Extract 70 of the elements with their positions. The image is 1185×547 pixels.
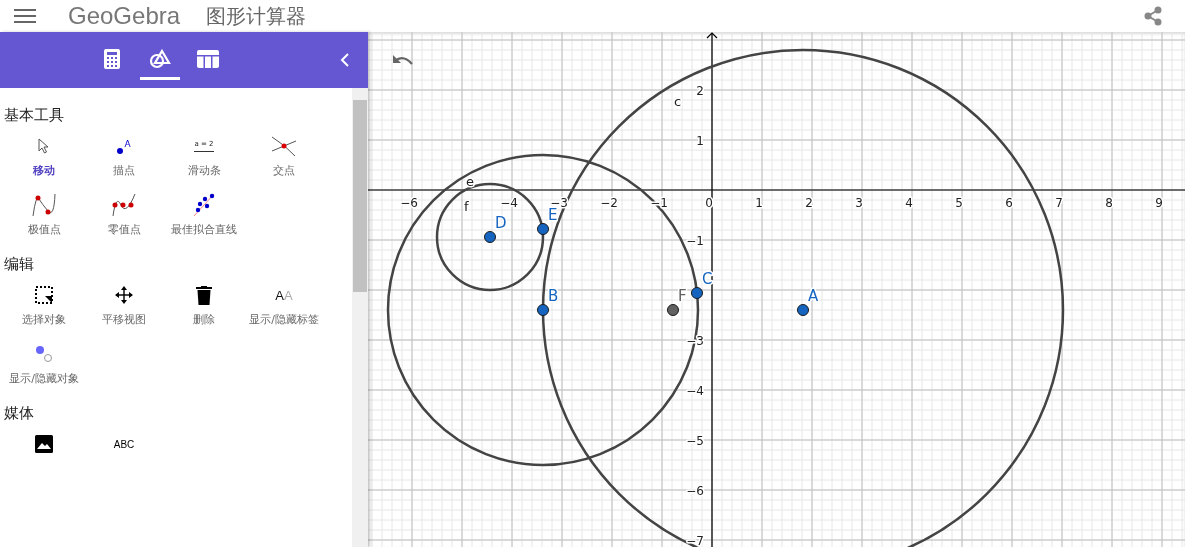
y-tick-label: −7: [686, 534, 704, 547]
tool-button[interactable]: 交点: [244, 133, 324, 178]
x-tick-label: 5: [955, 196, 963, 210]
scrollbar[interactable]: [352, 88, 368, 547]
y-tick-label: −4: [686, 384, 704, 398]
app-title: 图形计算器: [206, 2, 307, 30]
x-tick-label: 7: [1055, 196, 1063, 210]
x-tick-label: 4: [905, 196, 913, 210]
x-tick-label: 2: [805, 196, 813, 210]
section-title: 基本工具: [4, 106, 65, 125]
tool-button[interactable]: A 描点: [84, 133, 164, 178]
point[interactable]: [797, 304, 809, 316]
fit-line-icon: [192, 193, 216, 217]
x-tick-label: 8: [1105, 196, 1113, 210]
point[interactable]: [691, 287, 703, 299]
section-title: 媒体: [4, 404, 35, 423]
collapse-icon[interactable]: [340, 53, 350, 67]
point-label: B: [548, 287, 559, 305]
section-title: 编辑: [4, 255, 35, 274]
label-icon: AA: [275, 287, 293, 303]
x-tick-label: 1: [755, 196, 763, 210]
point[interactable]: [484, 231, 496, 243]
x-tick-label: −4: [500, 196, 518, 210]
intersect-icon: [271, 135, 297, 157]
circle-label: e: [466, 174, 474, 189]
point-label: E: [548, 206, 558, 224]
tool-button[interactable]: 选择对象: [4, 282, 84, 327]
trash-icon: [196, 285, 212, 305]
tool-button[interactable]: 删除: [164, 282, 244, 327]
point-label: F: [678, 287, 687, 305]
table-icon: [197, 49, 219, 68]
tool-button[interactable]: 极值点: [4, 192, 84, 237]
geometry-icon: [149, 48, 171, 69]
text-icon: ABC: [113, 438, 135, 450]
curve-extremum-icon: [31, 193, 57, 217]
selection-icon: [35, 286, 53, 304]
share-icon[interactable]: [1143, 6, 1163, 26]
tool-button[interactable]: ABC: [84, 431, 164, 457]
x-tick-label: −6: [400, 196, 418, 210]
point-label: D: [495, 214, 507, 232]
x-tick-label: 6: [1005, 196, 1013, 210]
logo: GeoGebra: [68, 2, 181, 30]
y-tick-label: 1: [696, 134, 704, 148]
tool-button[interactable]: 平移视图: [84, 282, 164, 327]
calculator-icon: [104, 48, 120, 69]
x-tick-label: 9: [1155, 196, 1163, 210]
tool-button[interactable]: 显示/隐藏对象: [4, 341, 84, 386]
visibility-dots-icon: [35, 345, 53, 363]
x-tick-label: 3: [855, 196, 863, 210]
y-tick-label: −1: [686, 234, 704, 248]
image-icon: [35, 435, 53, 453]
tool-button[interactable]: 零值点: [84, 192, 164, 237]
menu-icon[interactable]: [14, 8, 36, 24]
cursor-icon: [38, 138, 50, 154]
circle-label: c: [674, 94, 682, 109]
tool-button[interactable]: 移动: [4, 133, 84, 178]
y-tick-label: 2: [696, 84, 704, 98]
scrollbar-thumb[interactable]: [353, 100, 367, 292]
y-tick-label: −6: [686, 484, 704, 498]
point[interactable]: [667, 304, 679, 316]
point-label: A: [808, 287, 819, 305]
point[interactable]: [537, 223, 549, 235]
x-tick-label: −2: [600, 196, 618, 210]
tool-button[interactable]: 最佳拟合直线: [164, 192, 244, 237]
tool-button[interactable]: AA 显示/隐藏标签: [244, 282, 324, 327]
circle-label: f: [464, 199, 469, 214]
y-tick-label: −5: [686, 434, 704, 448]
point[interactable]: [537, 304, 549, 316]
curve-roots-icon: [111, 193, 137, 217]
move-arrows-icon: [115, 286, 133, 304]
